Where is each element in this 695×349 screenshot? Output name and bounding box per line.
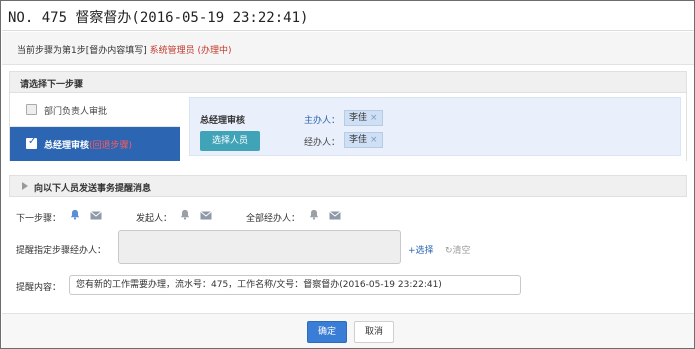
next-step-header-label: 请选择下一步骤 (20, 80, 84, 90)
step-checkbox-checked[interactable] (26, 136, 37, 149)
next-step-notify-label: 下一步骤： (16, 214, 62, 224)
agent-chip-name: 李佳 (349, 135, 368, 145)
all-agents-notify-label: 全部经办人： (246, 214, 301, 224)
step-checkbox[interactable] (26, 104, 37, 115)
sponsor-notify-label: 发起人： (136, 214, 173, 224)
notify-header-label: 向以下人员发送事务提醒消息 (34, 184, 152, 194)
mail-icon[interactable] (90, 211, 102, 220)
host-chip: 李佳 × (344, 110, 383, 126)
remind-content-input[interactable]: 您有新的工作需要办理，流水号：475，工作名称/文号：督察督办(2016-05-… (69, 275, 521, 295)
cancel-button[interactable]: 取消 (354, 321, 394, 343)
step-item-label: 总经理审核(回退步骤) (44, 138, 132, 151)
collapse-arrow-icon[interactable] (22, 182, 28, 190)
step-detail-panel: 总经理审核 选择人员 主办人： 李佳 × 经办人： 李佳 × (181, 93, 687, 161)
bell-icon[interactable] (179, 209, 191, 220)
current-step-bar: 当前步骤为第1步[督办内容填写] 系统管理员 (办理中) (2, 32, 694, 65)
clear-icon: ↻ (445, 246, 453, 256)
agent-chip: 李佳 × (344, 132, 383, 148)
current-step-prefix: 当前步骤为第1步[督办内容填写] (17, 46, 147, 56)
remind-content-label: 提醒内容： (16, 283, 62, 293)
next-step-header: 请选择下一步骤 (9, 71, 687, 93)
clear-link-label: 清空 (452, 246, 471, 256)
title-bar: NO. 475 督察督办(2016-05-19 23:22:41) (2, 2, 694, 31)
current-step-text: 当前步骤为第1步[督办内容填写] 系统管理员 (办理中) (17, 43, 232, 56)
mail-icon[interactable] (200, 211, 212, 220)
notify-header[interactable]: 向以下人员发送事务提醒消息 (9, 175, 687, 197)
clear-agent-link[interactable]: ↻清空 (445, 243, 471, 256)
host-label: 主办人： (304, 116, 341, 126)
step-item-name: 总经理审核 (44, 141, 90, 151)
host-chip-name: 李佳 (349, 113, 368, 123)
bell-icon[interactable] (69, 209, 81, 220)
select-agent-link[interactable]: +选择 (408, 243, 434, 256)
current-step-status: 系统管理员 (办理中) (149, 46, 232, 56)
confirm-button[interactable]: 确定 (307, 321, 347, 343)
step-item-gm-review[interactable]: 总经理审核(回退步骤) (10, 127, 180, 161)
rollback-tag: (回退步骤) (89, 141, 133, 151)
page-title: NO. 475 督察督办(2016-05-19 23:22:41) (8, 10, 309, 26)
dialog-frame: NO. 475 督察督办(2016-05-19 23:22:41) 当前步骤为第… (0, 0, 695, 349)
remove-icon[interactable]: × (370, 113, 378, 123)
dialog-footer: 确定 取消 (2, 313, 694, 348)
remove-icon[interactable]: × (370, 135, 378, 145)
selected-step-name: 总经理审核 (200, 116, 246, 126)
remind-agent-textarea[interactable] (118, 230, 401, 264)
bell-icon[interactable] (308, 209, 320, 220)
step-item-dept-approval[interactable]: 部门负责人审批 (10, 93, 180, 127)
step-list: 部门负责人审批 总经理审核(回退步骤) (9, 93, 180, 161)
step-detail-box: 总经理审核 选择人员 主办人： 李佳 × 经办人： 李佳 × (189, 97, 681, 156)
select-personnel-button[interactable]: 选择人员 (200, 131, 260, 151)
remind-agent-label: 提醒指定步骤经办人： (16, 246, 107, 256)
step-item-label: 部门负责人审批 (44, 107, 108, 117)
mail-icon[interactable] (329, 211, 341, 220)
agent-label: 经办人： (304, 138, 341, 148)
